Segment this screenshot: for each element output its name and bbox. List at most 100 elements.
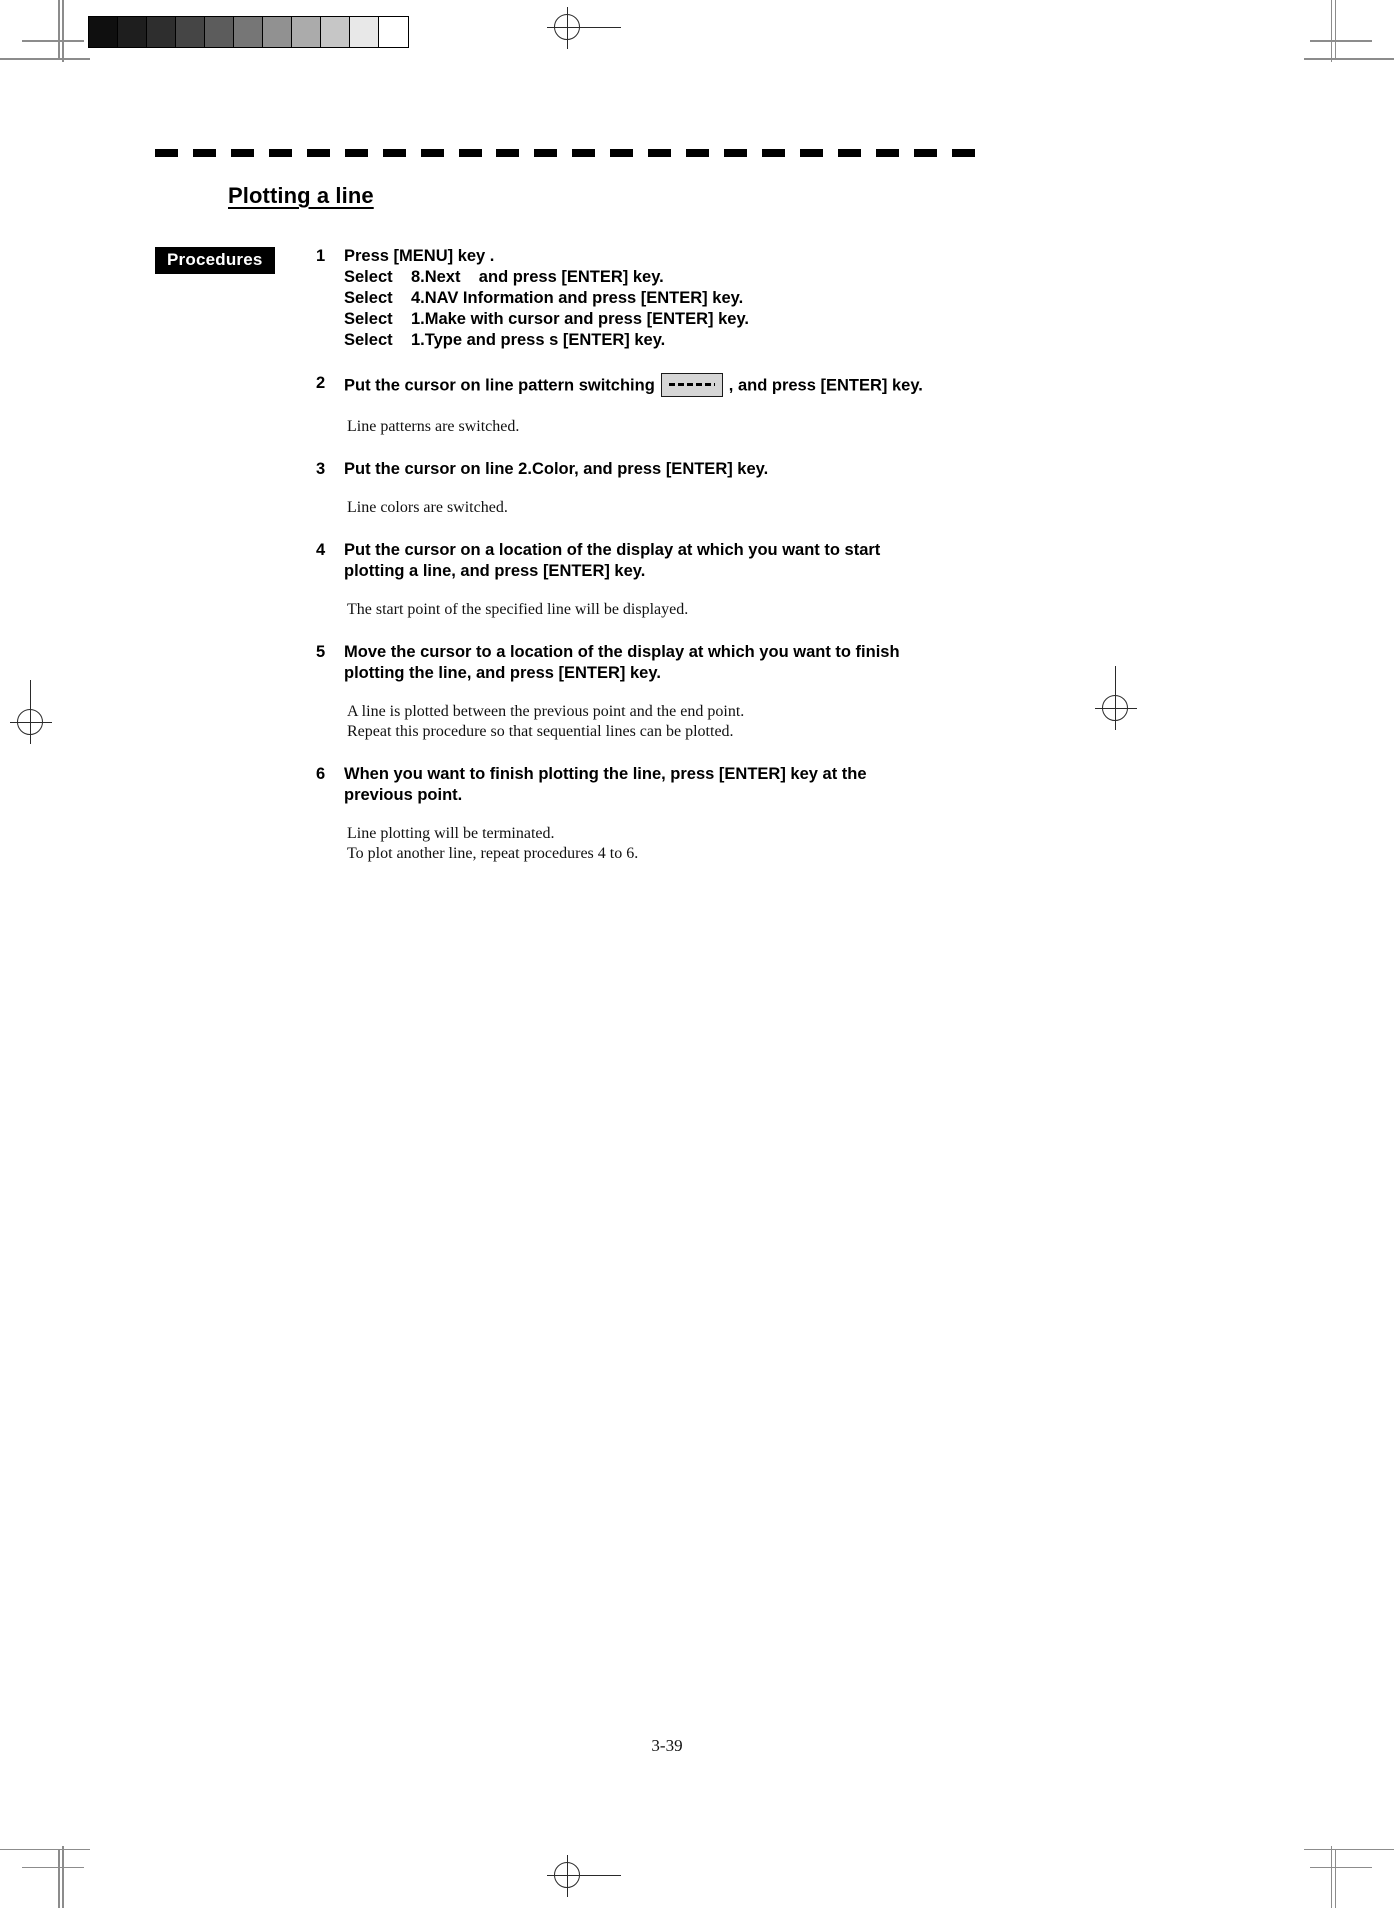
note-line: To plot another line, repeat procedures … — [347, 845, 639, 862]
step-heading: 3 Put the cursor on line 2.Color, and pre… — [316, 459, 976, 480]
step-text: When you want to finish plotting the lin… — [344, 764, 976, 806]
gray-swatch-6 — [263, 17, 292, 47]
rule-dash — [648, 149, 672, 157]
step-text-line: Select 4.NAV Information and press [ENTE… — [344, 289, 744, 307]
procedure-step: 3 Put the cursor on line 2.Color, and pre… — [316, 459, 976, 540]
gray-swatch-10 — [379, 17, 408, 47]
registration-target-top-icon — [547, 7, 589, 49]
step-text-after-swatch: , and press [ENTER] key. — [728, 376, 923, 395]
step-number: 2 — [316, 374, 326, 392]
rule-dash — [837, 149, 861, 157]
registration-target-left-icon — [10, 702, 52, 744]
step-text: Put the cursor on line pattern switching… — [344, 373, 976, 399]
step-text-line: Press [MENU] key . — [344, 247, 495, 265]
rule-dash — [610, 149, 634, 157]
step-text: Put the cursor on line 2.Color, and pres… — [344, 459, 976, 480]
step-result-note: Line patterns are switched. — [347, 417, 976, 437]
note-line: Line plotting will be terminated. — [347, 825, 555, 842]
step-number: 5 — [316, 643, 326, 661]
page-number: 3-39 — [651, 1736, 683, 1755]
note-line: The start point of the specified line wi… — [347, 601, 689, 618]
rule-dash — [420, 149, 444, 157]
step-heading: 1 Press [MENU] key . Select 8.Next and pre… — [316, 246, 976, 351]
step-result-note: Line plotting will be terminated. To plot… — [347, 824, 976, 864]
step-number: 6 — [316, 765, 326, 783]
step-text-line: plotting the line, and press [ENTER] key… — [344, 664, 661, 682]
step-text: Press [MENU] key . Select 8.Next and pres… — [344, 246, 976, 351]
registration-tail-bottom — [589, 1875, 621, 1877]
gray-swatch-1 — [118, 17, 147, 47]
rule-dash — [496, 149, 520, 157]
registration-tail-left — [30, 680, 32, 704]
rule-dash — [382, 149, 406, 157]
step-heading: 5 Move the cursor to a location of the di… — [316, 642, 976, 684]
rule-dash — [875, 149, 899, 157]
crop-mark-bottom-left-outer — [0, 1818, 90, 1908]
rule-dash — [951, 149, 975, 157]
crop-mark-top-left-outer — [0, 0, 90, 90]
gray-swatch-5 — [234, 17, 263, 47]
note-line: A line is plotted between the previous p… — [347, 703, 745, 720]
step-text-with-swatch: Put the cursor on line pattern switching… — [344, 373, 976, 399]
rule-dash — [913, 149, 937, 157]
rule-dash — [572, 149, 596, 157]
header-dashed-rule — [155, 149, 975, 157]
rule-dash — [155, 149, 178, 157]
crop-mark-top-right-outer — [1304, 0, 1394, 90]
procedure-step: 1 Press [MENU] key . Select 8.Next and pre… — [316, 246, 976, 373]
crop-mark-bottom-left-inner — [22, 1846, 84, 1908]
page-title: Plotting a line — [228, 183, 374, 208]
crop-mark-top-right-inner — [1310, 0, 1372, 62]
step-result-note: The start point of the specified line wi… — [347, 600, 976, 620]
procedure-step: 5 Move the cursor to a location of the di… — [316, 642, 976, 764]
crop-mark-bottom-right-inner — [1310, 1846, 1372, 1908]
crop-mark-bottom-right-outer — [1304, 1818, 1394, 1908]
note-line: Repeat this procedure so that sequential… — [347, 723, 734, 740]
step-heading: 4 Put the cursor on a location of the dis… — [316, 540, 976, 582]
registration-target-right-icon — [1095, 688, 1137, 730]
line-pattern-swatch-button[interactable] — [660, 373, 723, 397]
step-text-line: previous point. — [344, 786, 463, 804]
registration-tail-top — [589, 27, 621, 29]
step-heading: 6 When you want to finish plotting the li… — [316, 764, 976, 806]
step-text-line: Select 1.Type and press s [ENTER] key. — [344, 331, 666, 349]
rule-dash — [799, 149, 823, 157]
step-text-line: When you want to finish plotting the lin… — [344, 765, 867, 783]
rule-dash — [762, 149, 785, 157]
gray-swatch-7 — [292, 17, 321, 47]
step-heading: 2 Put the cursor on line pattern switchin… — [316, 373, 976, 399]
rule-dash — [268, 149, 292, 157]
step-text-line: Select 8.Next and press [ENTER] key. — [344, 268, 664, 286]
note-line: Line patterns are switched. — [347, 418, 520, 435]
registration-target-bottom-icon — [547, 1855, 589, 1897]
gray-swatch-2 — [147, 17, 176, 47]
procedure-step: 6 When you want to finish plotting the li… — [316, 764, 976, 864]
rule-dash — [724, 149, 748, 157]
gray-swatch-8 — [321, 17, 350, 47]
step-text-line: Put the cursor on a location of the disp… — [344, 541, 881, 559]
step-text: Move the cursor to a location of the dis… — [344, 642, 976, 684]
step-text-line: Select 1.Make with cursor and press [ENT… — [344, 310, 749, 328]
step-result-note: A line is plotted between the previous p… — [347, 702, 976, 742]
step-text-line: Move the cursor to a location of the dis… — [344, 643, 900, 661]
step-text: Put the cursor on a location of the disp… — [344, 540, 976, 582]
rule-dash — [344, 149, 368, 157]
dashed-line-icon — [668, 383, 715, 386]
step-text-line: plotting a line, and press [ENTER] key. — [344, 562, 646, 580]
gray-swatch-9 — [350, 17, 379, 47]
procedure-step: 2 Put the cursor on line pattern switchin… — [316, 373, 976, 459]
step-text-before-swatch: Put the cursor on line pattern switching — [344, 376, 655, 395]
procedures-label: Procedures — [155, 247, 275, 274]
crop-mark-top-left-inner — [22, 0, 84, 62]
step-number: 3 — [316, 460, 326, 478]
step-result-note: Line colors are switched. — [347, 498, 976, 518]
procedure-steps-list: 1 Press [MENU] key . Select 8.Next and pre… — [316, 246, 976, 864]
